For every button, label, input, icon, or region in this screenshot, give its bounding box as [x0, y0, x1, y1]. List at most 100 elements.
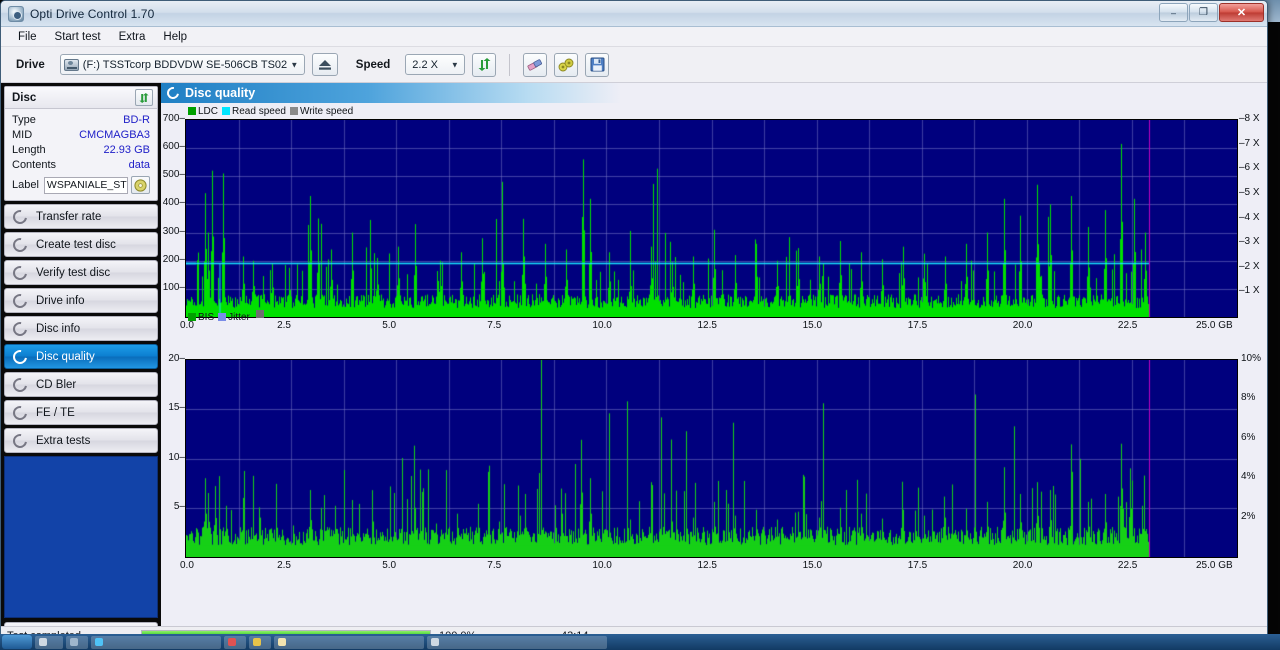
taskbar	[0, 634, 1280, 650]
eject-button[interactable]	[311, 53, 338, 76]
sidebar: Disc Type BD-R MID CMCMAGBA3 Length 22.9…	[1, 83, 161, 644]
sidebar-item-cd-bler[interactable]: CD Bler	[4, 372, 158, 397]
ldc-x-tick: 15.0	[802, 320, 823, 331]
taskbar-window-item[interactable]	[249, 635, 271, 649]
tools-icon	[558, 58, 574, 71]
ldc-y2-tick: –1 X	[1239, 285, 1260, 297]
bis-y2-tick: 8%	[1241, 392, 1256, 404]
close-button[interactable]: ✕	[1219, 3, 1264, 22]
app-disc-icon	[8, 5, 24, 22]
sidebar-item-label: Disc info	[36, 322, 81, 335]
legend-swatch-write-speed	[289, 107, 298, 115]
drive-icon	[63, 58, 79, 71]
menu-start-test[interactable]: Start test	[46, 29, 110, 45]
transfer-rate-icon	[10, 206, 30, 227]
sidebar-item-fe-te[interactable]: FE / TE	[4, 400, 158, 425]
menu-extra[interactable]: Extra	[110, 29, 155, 45]
disc-panel: Disc Type BD-R MID CMCMAGBA3 Length 22.9…	[4, 86, 158, 201]
erase-button[interactable]	[523, 52, 548, 77]
bis-plot-canvas[interactable]	[185, 359, 1238, 558]
ldc-x-tick: 7.5	[487, 320, 502, 331]
ldc-y2-tick: –7 X	[1239, 137, 1260, 149]
save-icon	[590, 57, 605, 72]
taskbar-quicklaunch[interactable]	[66, 635, 88, 649]
refresh-disc-icon[interactable]	[135, 89, 153, 106]
bis-x-tick: 12.5	[697, 560, 717, 571]
ldc-x-tick: 17.5	[907, 320, 928, 331]
bis-x-tick: 20.0	[1012, 560, 1033, 571]
ldc-y2-tick: –5 X	[1239, 186, 1260, 198]
speed-select[interactable]: 2.2 X ▼	[405, 54, 466, 75]
chevron-down-icon[interactable]: ▼	[448, 58, 461, 71]
fe-te-icon	[10, 402, 30, 423]
refresh-button[interactable]	[472, 52, 497, 77]
sidebar-item-label: CD Bler	[36, 378, 77, 391]
menu-help[interactable]: Help	[154, 29, 196, 45]
ldc-x-tick: 25.0 GB	[1196, 320, 1233, 331]
sidebar-item-drive-info[interactable]: Drive info	[4, 288, 158, 313]
ldc-x-tick: 2.5	[277, 320, 291, 331]
disc-row-value: CMCMAGBA3	[79, 129, 150, 141]
start-button[interactable]	[2, 635, 32, 649]
save-button[interactable]	[585, 52, 610, 77]
sidebar-filler	[4, 456, 158, 618]
menu-file[interactable]: File	[9, 29, 46, 45]
drive-select[interactable]: (F:) TSSTcorp BDDVDW SE-506CB TS02 ▼	[59, 54, 305, 75]
ldc-x-tick: 10.0	[592, 320, 612, 331]
disc-row-key: MID	[12, 129, 33, 141]
sidebar-item-transfer-rate[interactable]: Transfer rate	[4, 204, 158, 229]
bis-x-tick: 0.0	[180, 560, 194, 571]
menu-bar: File Start test Extra Help	[1, 27, 1267, 47]
sidebar-item-label: FE / TE	[36, 406, 75, 419]
disc-label-icon[interactable]	[131, 176, 150, 194]
title-bar[interactable]: Opti Drive Control 1.70 – ❐ ✕	[1, 1, 1267, 27]
disc-row-contents: Contents data	[12, 158, 150, 173]
ldc-y-tick: 400–	[162, 197, 185, 209]
sidebar-item-label: Drive info	[36, 294, 85, 307]
taskbar-window-item[interactable]	[427, 635, 607, 649]
ldc-y-tick: 600–	[162, 141, 185, 153]
disc-row-mid: MID CMCMAGBA3	[12, 128, 150, 143]
taskbar-quicklaunch[interactable]	[35, 635, 63, 649]
close-icon: ✕	[1236, 7, 1247, 19]
create-test-disc-icon	[10, 234, 30, 255]
disc-panel-header: Disc	[5, 87, 157, 109]
legend-label-bis: BIS	[198, 311, 215, 323]
sidebar-item-extra-tests[interactable]: Extra tests	[4, 428, 158, 453]
ldc-plot-canvas[interactable]	[185, 119, 1238, 318]
ldc-y-tick: 300–	[162, 225, 185, 237]
disc-panel-title: Disc	[12, 91, 37, 104]
chevron-down-icon[interactable]: ▼	[288, 58, 301, 71]
eraser-icon	[527, 58, 543, 71]
legend-swatch-jitter	[218, 313, 227, 321]
minimize-button[interactable]: –	[1159, 3, 1188, 22]
sidebar-item-create-test-disc[interactable]: Create test disc	[4, 232, 158, 257]
disc-row-value: 22.93 GB	[103, 144, 150, 156]
disc-row-value: BD-R	[123, 114, 150, 126]
opti-drive-control-window: Opti Drive Control 1.70 – ❐ ✕ File Start…	[0, 0, 1268, 645]
ldc-y2-tick: –2 X	[1239, 260, 1260, 272]
legend-entry-bis: BIS	[188, 312, 214, 323]
speed-select-value: 2.2 X	[412, 58, 438, 71]
sidebar-item-disc-quality[interactable]: Disc quality	[4, 344, 158, 369]
taskbar-window-item[interactable]	[224, 635, 246, 649]
disc-quality-icon	[10, 346, 30, 367]
taskbar-window-item[interactable]	[91, 635, 221, 649]
sidebar-item-label: Create test disc	[36, 238, 116, 251]
disc-label-input[interactable]: WSPANIALE_ST	[43, 176, 128, 194]
tools-button[interactable]	[554, 52, 579, 77]
bis-y2-tick: 4%	[1241, 471, 1256, 483]
sidebar-item-disc-info[interactable]: Disc info	[4, 316, 158, 341]
legend-label-write-speed: Write speed	[299, 105, 354, 117]
taskbar-window-item-active[interactable]	[274, 635, 424, 649]
legend-label-read-speed: Read speed	[232, 105, 286, 117]
maximize-button[interactable]: ❐	[1189, 3, 1218, 22]
legend-swatch-extra	[255, 310, 264, 318]
legend-entry-jitter: Jitter	[218, 312, 250, 323]
toolbar: Drive (F:) TSSTcorp BDDVDW SE-506CB TS02…	[1, 47, 1267, 83]
maximize-icon: ❐	[1199, 7, 1208, 18]
legend-entry-write-speed: Write speed	[289, 105, 354, 117]
sidebar-item-label: Verify test disc	[36, 266, 111, 279]
ldc-y-tick: 100–	[162, 281, 185, 293]
sidebar-item-verify-test-disc[interactable]: Verify test disc	[4, 260, 158, 285]
